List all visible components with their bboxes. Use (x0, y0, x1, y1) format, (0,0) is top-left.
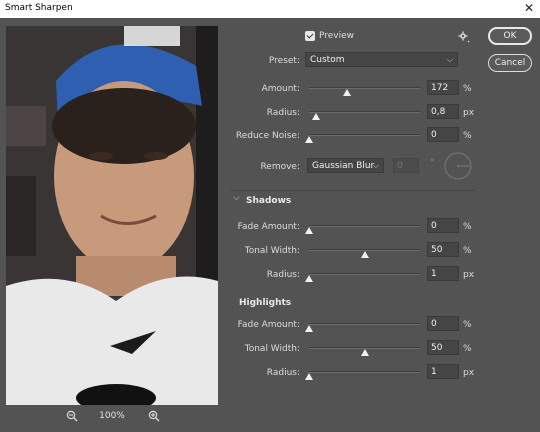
highlights-title: Highlights (239, 298, 292, 308)
reduce-noise-unit: % (463, 131, 472, 141)
shadows-tonal-width-unit: % (463, 246, 472, 256)
shadows-title: Shadows (246, 196, 292, 206)
radius-slider[interactable] (309, 108, 420, 120)
highlights-tonal-width-unit: % (463, 344, 472, 354)
reduce-noise-input[interactable]: 0 (427, 127, 459, 142)
window-title: Smart Sharpen (5, 3, 73, 13)
section-divider (230, 190, 475, 191)
remove-label: Remove: (260, 162, 300, 172)
highlights-radius-label: Radius: (266, 368, 300, 378)
amount-input[interactable]: 172 (427, 80, 459, 95)
amount-label: Amount: (261, 84, 300, 94)
angle-input[interactable]: 0 (393, 158, 419, 173)
shadows-radius-slider[interactable] (305, 270, 420, 282)
remove-select[interactable]: Gaussian Blur ⌵ (307, 158, 384, 173)
highlights-radius-slider-thumb[interactable] (305, 373, 313, 380)
highlights-fade-amount-label: Fade Amount: (237, 320, 300, 330)
amount-slider[interactable] (309, 84, 420, 96)
zoom-level: 100% (99, 411, 125, 421)
preset-select[interactable]: Custom ⌵ (305, 52, 458, 67)
highlights-tonal-width-slider[interactable] (309, 344, 420, 356)
gear-icon[interactable] (458, 31, 470, 46)
ok-button[interactable]: OK (488, 27, 532, 45)
angle-unit: ° (430, 158, 435, 168)
radius-label: Radius: (266, 108, 300, 118)
chevron-down-icon: ⌵ (372, 161, 379, 170)
preset-value: Custom (310, 55, 345, 65)
radius-input[interactable]: 0,8 (427, 104, 459, 119)
reduce-noise-slider[interactable] (305, 131, 420, 143)
shadows-fade-amount-label: Fade Amount: (237, 222, 300, 232)
shadows-fade-amount-unit: % (463, 222, 472, 232)
shadows-fade-amount-input[interactable]: 0 (427, 218, 459, 233)
chevron-down-icon: ⌵ (446, 55, 453, 64)
shadows-radius-label: Radius: (266, 270, 300, 280)
preset-label: Preset: (268, 56, 300, 66)
shadows-tonal-width-slider-thumb[interactable] (360, 251, 369, 258)
reduce-noise-label: Reduce Noise: (235, 131, 300, 141)
highlights-fade-amount-input[interactable]: 0 (427, 316, 459, 331)
preview-checkbox[interactable] (305, 31, 315, 41)
highlights-fade-amount-unit: % (463, 320, 472, 330)
highlights-radius-slider[interactable] (305, 368, 420, 380)
angle-dial-icon[interactable] (443, 151, 473, 184)
shadows-tonal-width-slider[interactable] (309, 246, 420, 258)
highlights-fade-amount-slider-thumb[interactable] (305, 325, 313, 332)
highlights-radius-unit: px (463, 368, 475, 378)
highlights-radius-input[interactable]: 1 (427, 364, 459, 379)
title-bar: Smart Sharpen ✕ (0, 0, 540, 18)
shadows-tonal-width-label: Tonal Width: (244, 246, 300, 256)
shadows-radius-unit: px (463, 270, 475, 280)
highlights-fade-amount-slider[interactable] (305, 320, 420, 332)
highlights-tonal-width-input[interactable]: 50 (427, 340, 459, 355)
preview-label: Preview (319, 31, 355, 41)
remove-value: Gaussian Blur (312, 161, 375, 171)
close-icon[interactable]: ✕ (524, 1, 534, 15)
amount-unit: % (463, 84, 472, 94)
highlights-tonal-width-label: Tonal Width: (244, 344, 300, 354)
radius-slider-thumb[interactable] (311, 113, 320, 120)
reduce-noise-slider-thumb[interactable] (305, 136, 313, 143)
radius-unit: px (463, 108, 475, 118)
highlights-tonal-width-slider-thumb[interactable] (360, 349, 369, 356)
amount-slider-thumb[interactable] (342, 89, 351, 96)
chevron-down-icon[interactable]: ⌵ (233, 193, 240, 203)
zoom-in-icon[interactable] (148, 410, 160, 425)
zoom-bar: 100% (6, 406, 218, 428)
shadows-fade-amount-slider-thumb[interactable] (305, 227, 313, 234)
cancel-button[interactable]: Cancel (488, 54, 532, 72)
zoom-out-icon[interactable] (66, 410, 78, 425)
shadows-radius-input[interactable]: 1 (427, 266, 459, 281)
shadows-fade-amount-slider[interactable] (305, 222, 420, 234)
preview-image[interactable] (6, 26, 218, 405)
shadows-radius-slider-thumb[interactable] (305, 275, 313, 282)
shadows-tonal-width-input[interactable]: 50 (427, 242, 459, 257)
